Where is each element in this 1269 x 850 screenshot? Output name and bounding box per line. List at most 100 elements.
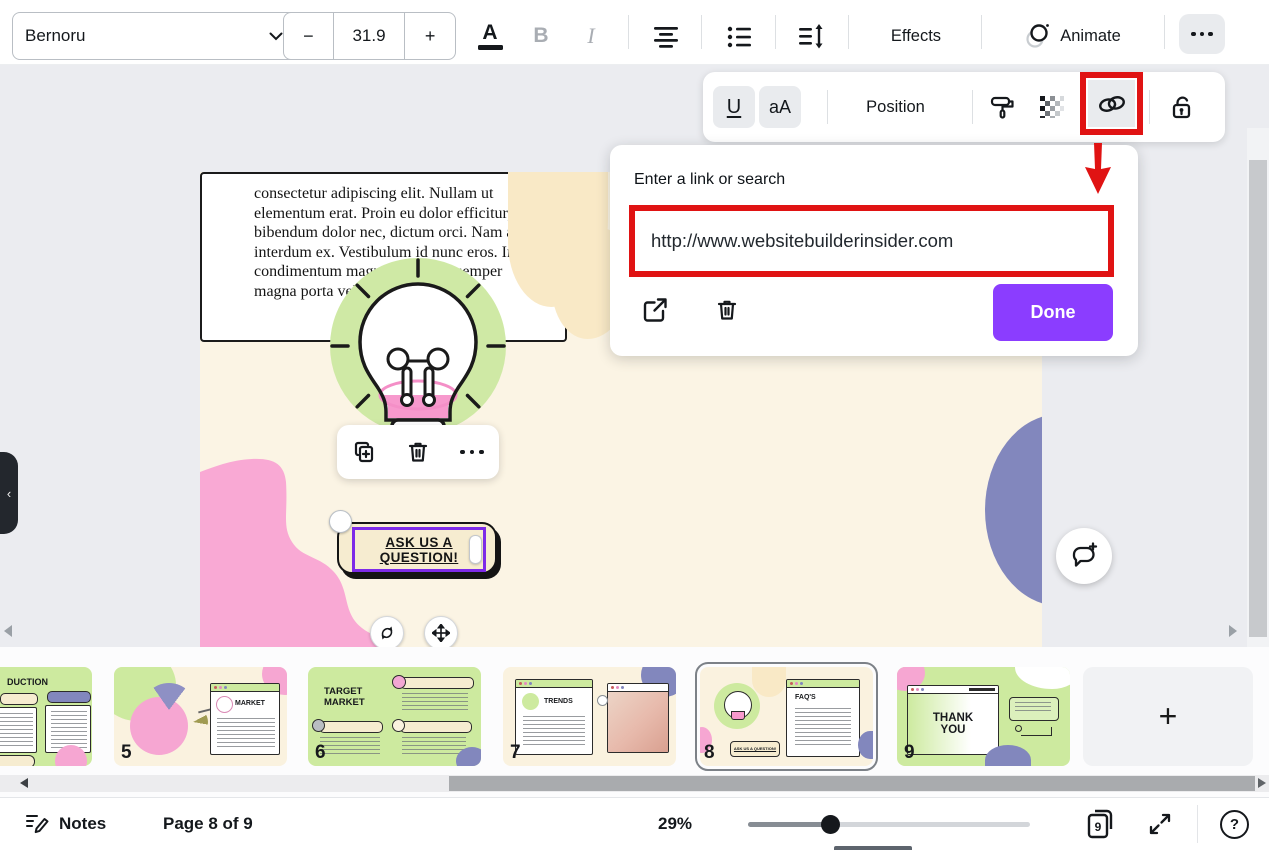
mini-purple-blob xyxy=(858,731,873,759)
thumb5-title: MARKET xyxy=(235,700,265,707)
duplicate-button[interactable] xyxy=(344,432,384,472)
pages-icon: 9 xyxy=(1082,806,1118,842)
bold-button[interactable]: B xyxy=(521,16,561,56)
ask-line2: QUESTION! xyxy=(380,550,459,565)
more-options-button[interactable] xyxy=(1179,14,1225,54)
line-spacing-button[interactable] xyxy=(791,16,831,56)
divider xyxy=(701,15,702,49)
mini-card: FAQ'S xyxy=(786,679,860,757)
move-button[interactable] xyxy=(424,616,458,650)
filmstrip-scroll-left-arrow[interactable] xyxy=(20,778,28,788)
mini-handle xyxy=(597,695,608,706)
zoom-percentage: 29% xyxy=(658,814,692,834)
scroll-left-arrow[interactable] xyxy=(4,625,12,637)
mini-header-text xyxy=(969,688,995,691)
expand-icon xyxy=(1146,810,1174,838)
lock-button[interactable] xyxy=(1161,87,1201,127)
mini-bullet xyxy=(392,675,406,689)
animate-label: Animate xyxy=(1060,27,1121,46)
bullet-list-button[interactable] xyxy=(719,16,759,56)
mini-circuit-line xyxy=(1021,727,1052,736)
open-link-button[interactable] xyxy=(636,291,674,329)
link-button[interactable] xyxy=(1088,80,1135,127)
italic-button[interactable]: I xyxy=(571,16,611,56)
font-size-value[interactable]: 31.9 xyxy=(333,13,406,59)
page-number: 6 xyxy=(315,742,326,764)
font-name: Bernoru xyxy=(25,26,85,46)
selection-side-handle[interactable] xyxy=(469,535,482,564)
filmstrip-scrollbar-thumb[interactable] xyxy=(449,776,1255,791)
animate-icon xyxy=(1023,22,1051,50)
increase-font-size-button[interactable]: + xyxy=(405,13,455,59)
element-floating-toolbar xyxy=(337,425,499,479)
decrease-font-size-button[interactable]: − xyxy=(284,13,333,59)
filmstrip-scroll-right-arrow[interactable] xyxy=(1258,778,1266,788)
unlock-icon xyxy=(1167,93,1195,121)
mini-photo-card xyxy=(607,683,669,753)
zoom-slider-thumb[interactable] xyxy=(821,815,840,834)
thumbnail-page-9[interactable]: THANK YOU 9 xyxy=(897,667,1070,766)
thumbnail-page-8-selected[interactable]: ASK US A QUESTION! FAQ'S 8 xyxy=(700,667,873,766)
red-annotation-arrow xyxy=(1084,143,1112,195)
position-label: Position xyxy=(866,98,925,117)
link-popup: Enter a link or search Done xyxy=(610,145,1138,356)
animate-button[interactable]: Animate xyxy=(1000,16,1144,56)
page-indicator-label: Page 8 of 9 xyxy=(163,814,253,834)
rotate-button[interactable] xyxy=(370,616,404,650)
scroll-right-arrow[interactable] xyxy=(1229,625,1237,637)
mini-bullet xyxy=(392,719,405,732)
notes-button[interactable]: Notes xyxy=(24,811,106,836)
text-case-button[interactable]: aA xyxy=(759,86,801,128)
external-link-icon xyxy=(641,296,669,324)
thumbnail-page-4[interactable]: DUCTION xyxy=(0,667,92,766)
comment-plus-icon xyxy=(1069,541,1099,571)
link-url-input[interactable] xyxy=(635,230,1108,252)
done-button[interactable]: Done xyxy=(993,284,1113,341)
page-number: 8 xyxy=(704,742,715,764)
delete-button[interactable] xyxy=(398,432,438,472)
lightbulb-illustration[interactable] xyxy=(318,242,518,454)
add-comment-button[interactable] xyxy=(1056,528,1112,584)
font-family-select[interactable]: Bernoru xyxy=(12,12,298,60)
thumbnail-page-5[interactable]: MARKET 5 xyxy=(114,667,287,766)
effects-button[interactable]: Effects xyxy=(866,16,966,56)
popup-title: Enter a link or search xyxy=(634,171,785,189)
underline-button[interactable]: U xyxy=(713,86,755,128)
sidebar-collapse-tab[interactable]: ‹ xyxy=(0,452,18,534)
text-align-button[interactable] xyxy=(646,16,686,56)
selection-handle[interactable] xyxy=(329,510,352,533)
more-element-options-button[interactable] xyxy=(452,432,492,472)
mini-pill xyxy=(47,691,91,703)
mini-bullet xyxy=(312,719,325,732)
mini-bulb-base xyxy=(731,711,745,720)
text-color-button[interactable]: A xyxy=(470,16,510,56)
mini-card xyxy=(0,707,37,753)
vertical-scrollbar-thumb[interactable] xyxy=(1249,160,1267,637)
grid-view-button[interactable]: 9 xyxy=(1082,806,1118,842)
add-page-button[interactable]: + xyxy=(1083,667,1253,766)
chevron-left-icon: ‹ xyxy=(7,486,11,501)
top-toolbar: Bernoru − 31.9 + A B I Effects xyxy=(0,0,1269,65)
ask-line1: ASK US A xyxy=(385,535,452,550)
remove-link-button[interactable] xyxy=(708,291,746,329)
thumbnail-page-6[interactable]: TARGET MARKET 6 xyxy=(308,667,481,766)
copy-style-button[interactable] xyxy=(983,87,1023,127)
page-indicator: Page 8 of 9 xyxy=(163,814,253,834)
transparency-button[interactable] xyxy=(1031,87,1071,127)
text-color-swatch xyxy=(478,45,503,50)
ask-question-element[interactable]: ASK US A QUESTION! xyxy=(337,522,497,574)
text-format-bar: U aA Position xyxy=(703,72,1225,142)
paint-roller-icon xyxy=(989,93,1017,121)
position-button[interactable]: Position xyxy=(843,86,948,128)
filmstrip-scrollbar-track[interactable] xyxy=(0,775,1269,792)
mini-card-body: THANK YOU xyxy=(908,694,998,754)
zoom-slider[interactable] xyxy=(748,822,1030,827)
help-button[interactable]: ? xyxy=(1220,810,1249,839)
thumbnail-page-7[interactable]: TRENDS 7 xyxy=(503,667,676,766)
text-selection-box[interactable]: ASK US A QUESTION! xyxy=(352,527,486,572)
divider xyxy=(775,15,776,49)
fullscreen-button[interactable] xyxy=(1146,810,1174,838)
font-size-stepper: − 31.9 + xyxy=(283,12,456,60)
mini-pill xyxy=(400,721,472,733)
divider xyxy=(1164,15,1165,49)
